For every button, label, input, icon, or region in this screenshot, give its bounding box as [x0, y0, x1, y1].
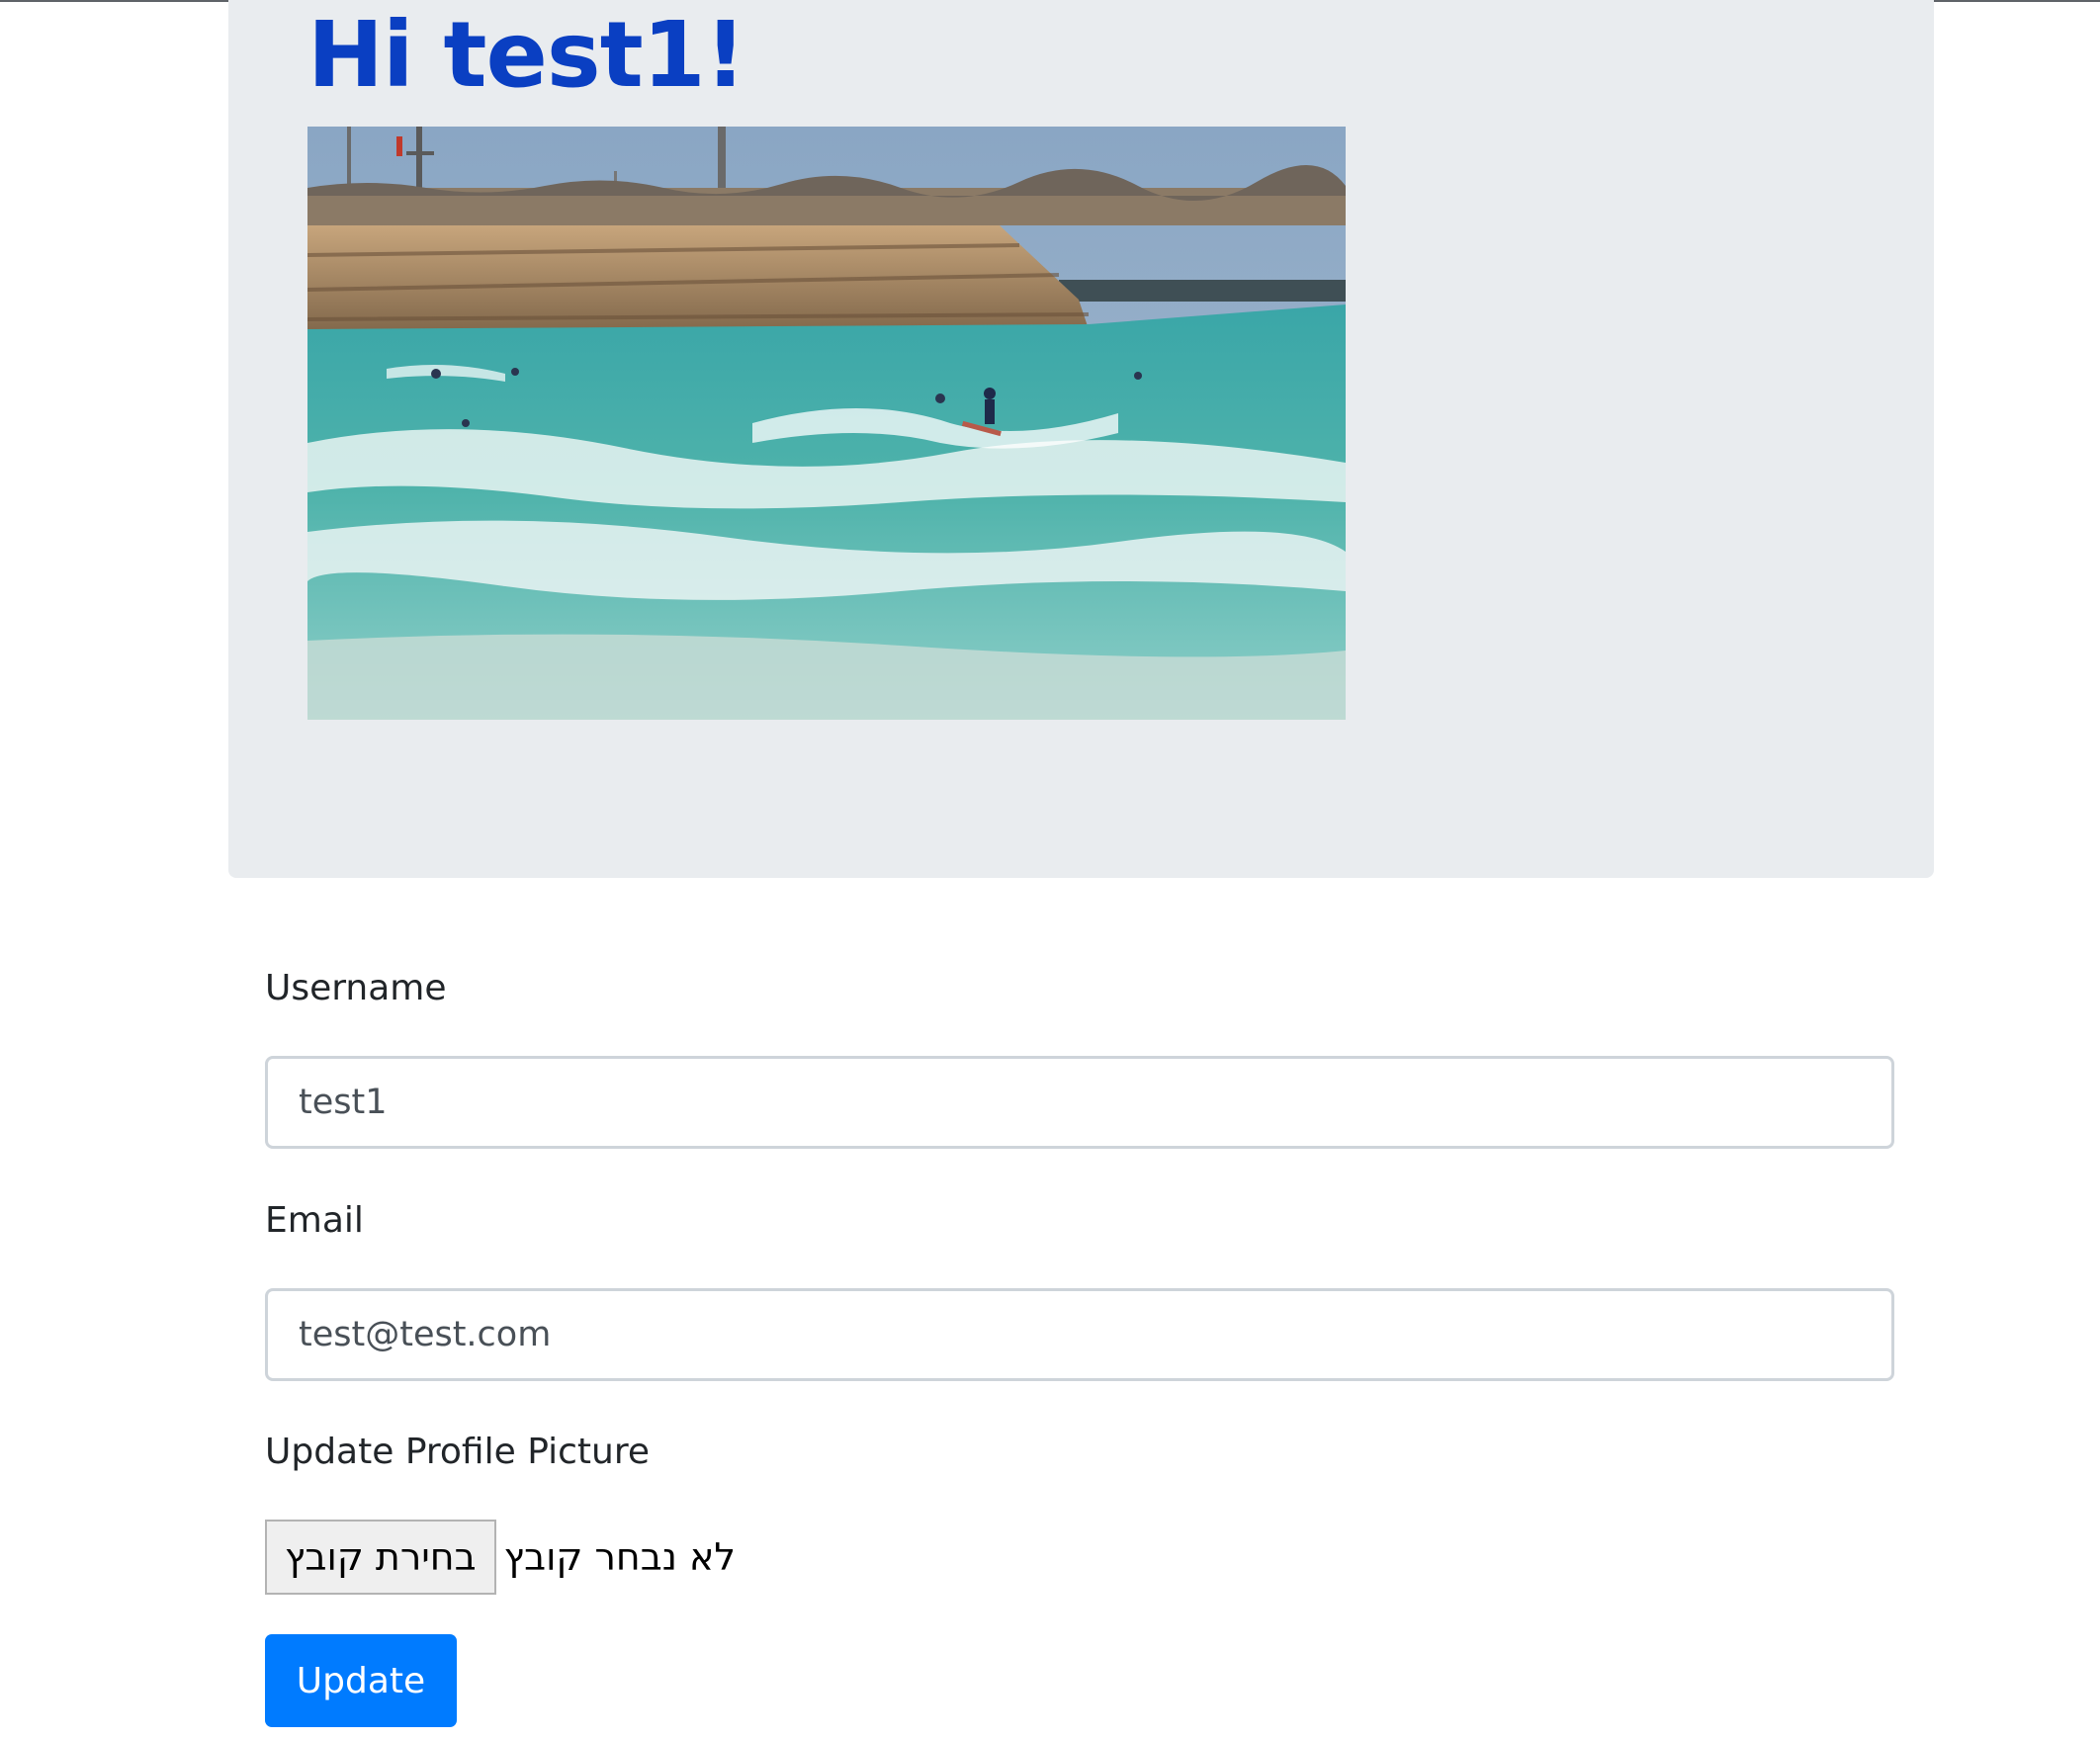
update-button[interactable]: Update [265, 1634, 457, 1727]
profile-picture-label: Update Profile Picture [265, 1432, 651, 1472]
username-input[interactable] [265, 1056, 1894, 1149]
file-input[interactable]: בחירת קובץ לא נבחר קובץ [265, 1520, 736, 1595]
choose-file-button[interactable]: בחירת קובץ [265, 1520, 496, 1595]
email-label: Email [265, 1200, 364, 1241]
page-title: Hi test1! [307, 2, 746, 108]
email-input[interactable] [265, 1288, 1894, 1381]
file-status-text: לא נבחר קובץ [503, 1535, 736, 1579]
profile-picture [307, 127, 1346, 720]
username-label: Username [265, 968, 447, 1008]
